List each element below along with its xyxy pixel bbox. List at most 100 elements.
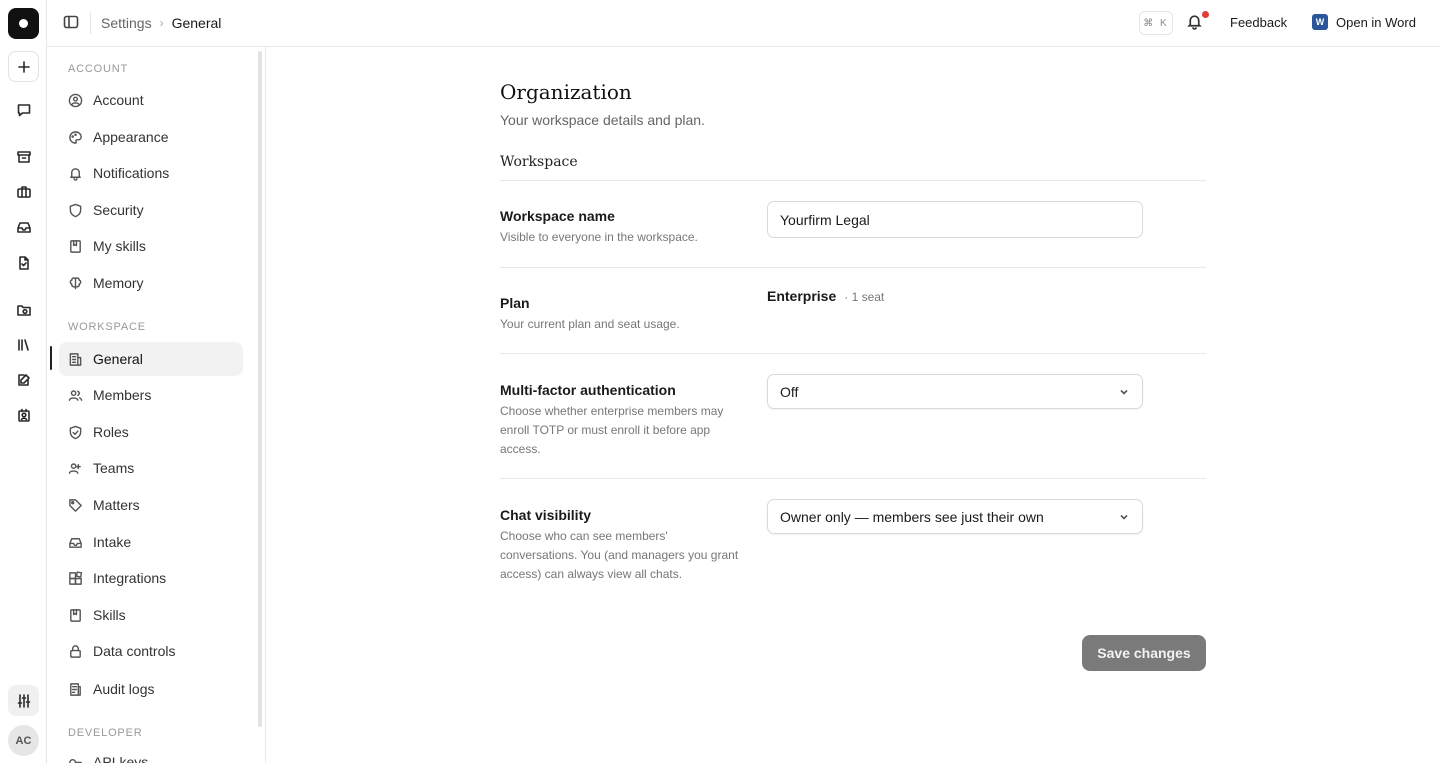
contacts-icon[interactable] — [8, 400, 39, 431]
archive-icon[interactable] — [8, 141, 39, 172]
sidebar-item-audit-logs[interactable]: Audit logs — [59, 672, 243, 706]
row-divider — [500, 478, 1206, 479]
sidebar-item-skills[interactable]: Skills — [59, 598, 243, 632]
chevron-down-icon — [1120, 389, 1128, 395]
building-icon — [69, 352, 82, 366]
open-in-word-label: Open in Word — [1336, 14, 1416, 30]
brain-icon — [69, 276, 82, 289]
command-shortcut[interactable]: ⌘ K — [1139, 11, 1173, 35]
sidebar-item-data-controls[interactable]: Data controls — [59, 634, 243, 668]
feedback-button[interactable]: Feedback — [1230, 15, 1287, 30]
sidebar-item-my-skills[interactable]: My skills — [59, 229, 243, 263]
chat-visibility-label: Chat visibility — [500, 507, 592, 523]
page-title: Organization — [500, 80, 632, 104]
save-button[interactable]: Save changes — [1082, 635, 1206, 671]
top-header: Settings › General ⌘ K Feedback W Open i… — [47, 0, 1440, 47]
chat-icon[interactable] — [8, 94, 39, 125]
section-account: ACCOUNT — [68, 63, 128, 75]
sidebar-item-label: Skills — [93, 607, 126, 623]
briefcase-icon[interactable] — [8, 176, 39, 207]
shield-check-icon — [69, 425, 82, 439]
sidebar-item-memory[interactable]: Memory — [59, 266, 243, 300]
word-icon: W — [1312, 14, 1328, 30]
workspace-name-input[interactable]: Yourfirm Legal — [767, 201, 1143, 238]
notification-dot — [1202, 11, 1209, 18]
chat-visibility-description: Choose who can see members' conversation… — [500, 529, 739, 581]
settings-app: AC Settings › General ⌘ K Feedback W Ope… — [0, 0, 1440, 763]
sidebar-item-label: General — [93, 351, 143, 367]
sidebar-item-label: Teams — [93, 460, 135, 476]
sidebar-item-label: Account — [93, 92, 144, 108]
tag-icon — [69, 498, 82, 512]
sidebar-item-label: Appearance — [93, 129, 169, 145]
header-divider — [90, 12, 91, 34]
mfa-label: Multi-factor authentication — [500, 382, 676, 398]
sidebar-item-label: Matters — [93, 497, 140, 513]
bookmark-icon — [70, 239, 81, 253]
inbox-icon[interactable] — [8, 211, 39, 242]
edit-document-icon[interactable] — [8, 364, 39, 395]
open-in-word-button[interactable]: W Open in Word — [1312, 14, 1416, 30]
sidebar-item-integrations[interactable]: Integrations — [59, 561, 243, 595]
sidebar-item-general[interactable]: General — [59, 342, 243, 376]
notifications-bell-icon[interactable] — [1186, 11, 1209, 33]
sidebar-item-matters[interactable]: Matters — [59, 488, 243, 522]
sidebar-item-label: My skills — [93, 238, 146, 254]
mfa-select-value: Off — [780, 383, 799, 400]
section-divider — [500, 180, 1206, 181]
library-icon[interactable] — [8, 329, 39, 360]
settings-sliders-icon[interactable] — [8, 685, 39, 716]
sidebar-item-members[interactable]: Members — [59, 378, 243, 412]
book-icon — [70, 608, 81, 622]
sidebar-item-label: Roles — [93, 424, 129, 440]
folder-search-icon[interactable] — [8, 294, 39, 325]
mfa-description: Choose whether enterprise members may en… — [500, 404, 724, 456]
page-subtitle: Your workspace details and plan. — [500, 112, 705, 128]
plan-seats: · 1 seat — [844, 290, 885, 304]
sidebar-scrollbar[interactable] — [258, 51, 262, 727]
section-developer: DEVELOPER — [68, 727, 143, 739]
sidebar-item-label: API keys — [93, 754, 149, 763]
sidebar-item-notifications[interactable]: Notifications — [59, 156, 243, 190]
chat-visibility-select-value: Owner only — members see just their own — [780, 508, 1044, 525]
icon-rail: AC — [0, 0, 47, 763]
main-content: Organization Your workspace details and … — [267, 47, 1440, 763]
sidebar-item-appearance[interactable]: Appearance — [59, 120, 243, 154]
selected-indicator — [50, 346, 52, 370]
sidebar-item-security[interactable]: Security — [59, 193, 243, 227]
documents-icon[interactable] — [8, 247, 39, 278]
section-workspace: WORKSPACE — [68, 321, 146, 333]
sidebar-item-roles[interactable]: Roles — [59, 415, 243, 449]
sidebar-item-label: Members — [93, 387, 152, 403]
mfa-select[interactable]: Off — [767, 374, 1143, 409]
breadcrumb-settings[interactable]: Settings — [101, 15, 152, 31]
plan-value: Enterprise · 1 seat — [767, 288, 884, 304]
row-divider — [500, 353, 1206, 354]
key-icon — [69, 758, 82, 763]
sidebar-toggle-icon[interactable] — [63, 14, 81, 32]
new-chat-button[interactable] — [8, 51, 39, 82]
sidebar-item-intake[interactable]: Intake — [59, 525, 243, 559]
avatar[interactable]: AC — [8, 725, 39, 756]
sidebar-item-account[interactable]: Account — [59, 83, 243, 117]
plan-label: Plan — [500, 295, 530, 311]
shield-icon — [69, 203, 82, 217]
app-logo[interactable] — [8, 8, 39, 39]
chevron-right-icon: › — [159, 16, 164, 30]
sidebar-item-teams[interactable]: Teams — [59, 451, 243, 485]
palette-icon — [69, 130, 82, 144]
log-icon — [70, 682, 81, 696]
sidebar-item-label: Intake — [93, 534, 132, 550]
chat-visibility-select[interactable]: Owner only — members see just their own — [767, 499, 1143, 534]
plan-name: Enterprise — [767, 288, 837, 304]
bell-icon — [70, 167, 81, 181]
breadcrumb: Settings › General — [101, 15, 221, 31]
chevron-down-icon — [1120, 514, 1128, 520]
sidebar-item-label: Notifications — [93, 165, 170, 181]
breadcrumb-current: General — [171, 15, 222, 31]
section-title: Workspace — [500, 154, 578, 170]
sidebar-item-api-keys[interactable]: API keys — [59, 745, 243, 763]
user-circle-icon — [68, 93, 83, 107]
inbox-icon — [69, 537, 82, 548]
sidebar-item-label: Audit logs — [93, 681, 155, 697]
